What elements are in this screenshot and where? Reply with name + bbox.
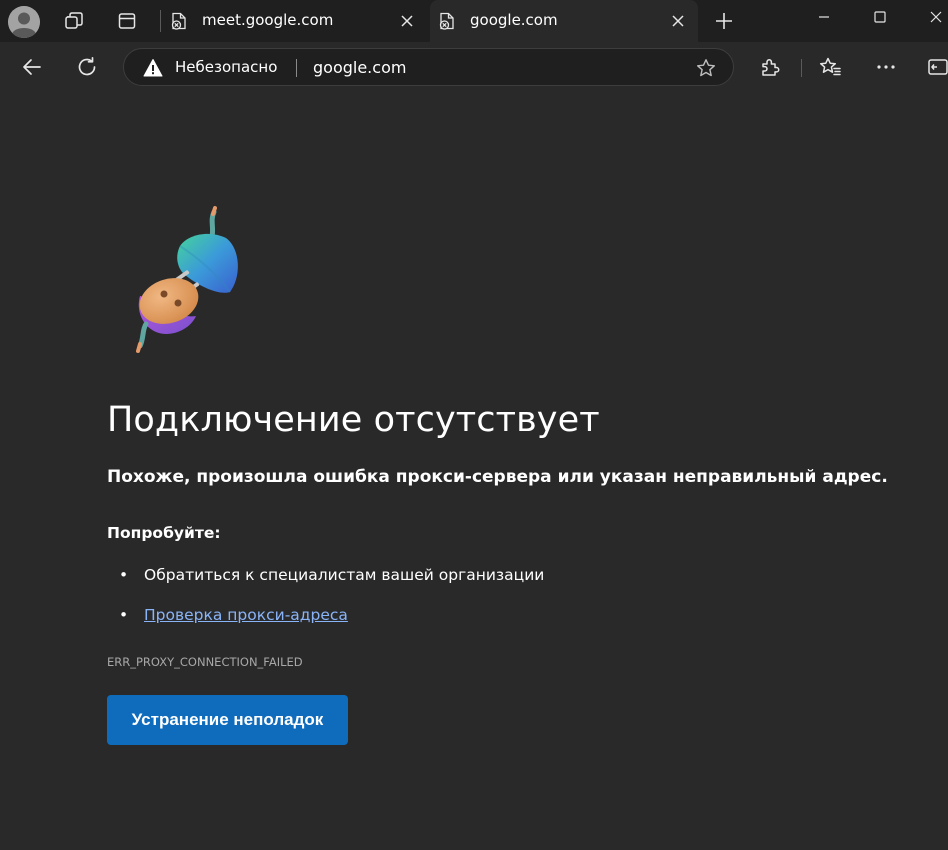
warning-triangle-icon[interactable] (143, 58, 163, 78)
tab-google[interactable]: google.com (430, 0, 698, 42)
suggestions-list: Обратиться к специалистам вашей организа… (107, 566, 807, 646)
maximize-icon[interactable] (850, 0, 910, 34)
error-code: ERR_PROXY_CONNECTION_FAILED (107, 655, 303, 669)
profile-avatar-icon[interactable] (8, 6, 40, 38)
close-tab-icon[interactable] (668, 11, 688, 31)
close-icon[interactable] (906, 0, 948, 34)
plus-icon[interactable] (706, 4, 742, 38)
favorites-icon[interactable] (812, 50, 848, 84)
address-separator (296, 59, 297, 77)
navigation-toolbar: Небезопасно google.com (0, 42, 948, 92)
tab-title: google.com (470, 11, 558, 29)
address-url[interactable]: google.com (313, 58, 406, 77)
check-proxy-link[interactable]: Проверка прокси-адреса (144, 606, 348, 624)
toolbar-separator (801, 59, 802, 77)
back-arrow-icon[interactable] (14, 50, 50, 84)
close-tab-icon[interactable] (397, 11, 417, 31)
puzzle-icon[interactable] (752, 50, 788, 84)
troubleshoot-button[interactable]: Устранение неполадок (107, 695, 348, 745)
error-subtitle: Похоже, произошла ошибка прокси-сервера … (107, 467, 888, 487)
tab-title: meet.google.com (202, 11, 334, 29)
page-error-icon (438, 12, 456, 30)
workspaces-icon[interactable] (56, 4, 92, 38)
tab-meet-google[interactable]: meet.google.com (162, 0, 427, 42)
refresh-icon[interactable] (69, 50, 105, 84)
tab-strip: meet.google.com google.com (0, 0, 948, 42)
error-page: Подключение отсутствует Похоже, произошл… (0, 92, 948, 850)
tab-separator (160, 10, 161, 32)
minimize-icon[interactable] (794, 0, 854, 34)
suggestion-item: Обратиться к специалистам вашей организа… (107, 566, 807, 606)
browser-window: meet.google.com google.com Небезопасно g… (0, 0, 948, 850)
unplugged-plug-illustration (118, 206, 268, 356)
suggestion-contact-admin: Обратиться к специалистам вашей организа… (144, 566, 545, 584)
error-title: Подключение отсутствует (107, 400, 600, 440)
more-dots-icon[interactable] (868, 50, 904, 84)
page-error-icon (170, 12, 188, 30)
security-status[interactable]: Небезопасно (175, 58, 277, 76)
address-bar[interactable]: Небезопасно google.com (123, 48, 734, 86)
sidebar-icon[interactable] (920, 50, 948, 84)
star-icon[interactable] (695, 57, 717, 79)
suggestion-item: Проверка прокси-адреса (107, 606, 807, 646)
try-label: Попробуйте: (107, 524, 221, 542)
tab-actions-icon[interactable] (109, 4, 145, 38)
